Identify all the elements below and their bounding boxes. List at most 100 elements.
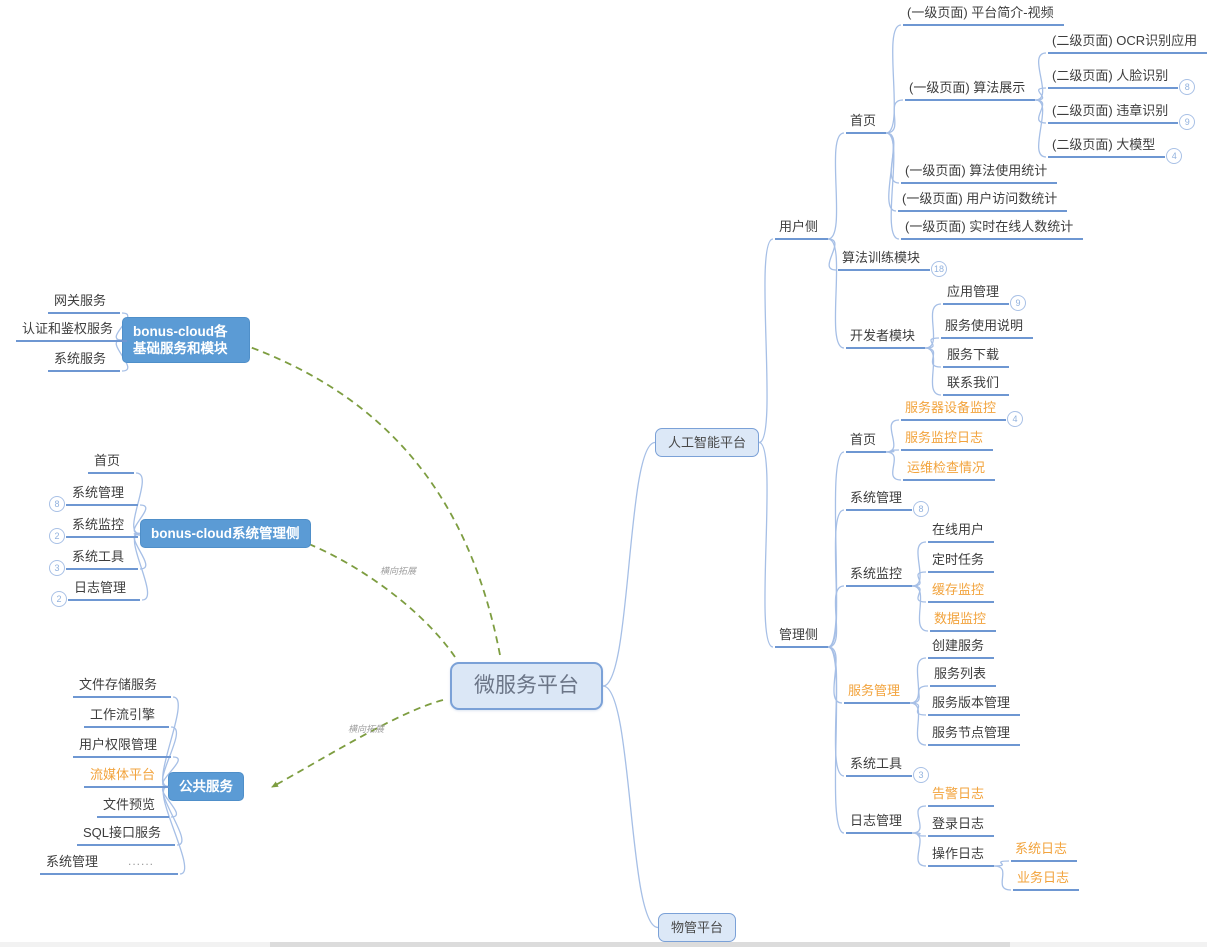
node-op_log[interactable]: 操作日志 xyxy=(928,845,994,867)
branch-curve xyxy=(828,586,844,647)
node-srv_device_mon[interactable]: 服务器设备监控4 xyxy=(901,399,1006,421)
node-sys_log[interactable]: 系统日志 xyxy=(1011,840,1077,862)
node-box3[interactable]: 公共服务 xyxy=(168,772,244,801)
node-label: 服务版本管理 xyxy=(932,695,1010,710)
count-badge[interactable]: 18 xyxy=(931,261,947,277)
node-user_perm[interactable]: 用户权限管理 xyxy=(73,736,171,758)
branch-curve xyxy=(759,443,773,648)
count-badge[interactable]: 2 xyxy=(51,591,67,607)
expansion-arrow-to-base-services xyxy=(236,342,500,655)
node-label: 系统日志 xyxy=(1015,841,1067,856)
count-badge[interactable]: 3 xyxy=(913,767,929,783)
node-svc_version[interactable]: 服务版本管理 xyxy=(928,694,1020,716)
node-ellipsis[interactable]: ...... xyxy=(128,853,154,870)
node-svc_mon_log[interactable]: 服务监控日志 xyxy=(901,429,993,451)
node-alarm_log[interactable]: 告警日志 xyxy=(928,785,994,807)
node-home_l[interactable]: 首页 xyxy=(88,452,134,474)
node-s_violation[interactable]: (二级页面) 违章识别9 xyxy=(1048,102,1178,124)
node-sys_tools_m[interactable]: 系统工具3 xyxy=(846,755,912,777)
node-svc_mgmt[interactable]: 服务管理 xyxy=(844,682,910,704)
node-box2[interactable]: bonus-cloud系统管理侧 xyxy=(140,519,311,548)
node-login_log[interactable]: 登录日志 xyxy=(928,815,994,837)
node-biz_log[interactable]: 业务日志 xyxy=(1013,869,1079,891)
node-label: 系统工具 xyxy=(850,756,902,771)
node-data_mon[interactable]: 数据监控 xyxy=(930,610,996,632)
node-dev_module[interactable]: 开发者模块 xyxy=(846,327,925,349)
node-label: 应用管理 xyxy=(947,284,999,299)
count-badge[interactable]: 2 xyxy=(49,528,65,544)
node-label: 首页 xyxy=(94,453,120,468)
horizontal-scrollbar[interactable] xyxy=(0,942,1207,947)
node-p_algo_show[interactable]: (一级页面) 算法展示 xyxy=(905,79,1035,101)
node-algo_train[interactable]: 算法训练模块18 xyxy=(838,249,930,271)
node-svc_download[interactable]: 服务下载 xyxy=(943,346,1009,368)
node-stream_media[interactable]: 流媒体平台 xyxy=(84,766,169,788)
node-sql_api[interactable]: SQL接口服务 xyxy=(77,824,175,846)
node-p_intro[interactable]: (一级页面) 平台简介-视频 xyxy=(903,4,1064,26)
node-sys_svc[interactable]: 系统服务 xyxy=(48,350,120,372)
node-label: 服务管理 xyxy=(848,683,900,698)
node-ops_check[interactable]: 运维检查情况 xyxy=(903,459,995,481)
node-svc_list[interactable]: 服务列表 xyxy=(930,665,996,687)
branch-curve xyxy=(912,586,926,602)
node-sys_mgmt_l2[interactable]: 系统管理 xyxy=(40,853,178,875)
node-center[interactable]: 微服务平台 xyxy=(450,662,603,710)
node-app_mgmt[interactable]: 应用管理9 xyxy=(943,283,1009,305)
node-label: 用户权限管理 xyxy=(79,737,157,752)
node-box1[interactable]: bonus-cloud各基础服务和模块 xyxy=(122,317,250,363)
node-s_large[interactable]: (二级页面) 大模型4 xyxy=(1048,136,1165,158)
node-contact_us[interactable]: 联系我们 xyxy=(943,374,1009,396)
node-log_mgmt_m[interactable]: 日志管理 xyxy=(846,812,912,834)
node-label: 用户侧 xyxy=(779,219,818,234)
node-wu[interactable]: 物管平台 xyxy=(658,913,736,942)
node-log_mgmt_l[interactable]: 日志管理2 xyxy=(68,579,140,601)
branch-curve xyxy=(912,572,926,586)
branch-curve xyxy=(912,833,926,866)
node-s_face[interactable]: (二级页面) 人脸识别8 xyxy=(1048,67,1178,89)
node-auth_svc[interactable]: 认证和鉴权服务 xyxy=(16,320,127,342)
node-sys_mon_l[interactable]: 系统监控2 xyxy=(66,516,138,538)
node-label: 首页 xyxy=(850,432,876,447)
node-label: 运维检查情况 xyxy=(907,460,985,475)
branch-curve xyxy=(603,686,658,928)
node-s_ocr[interactable]: (二级页面) OCR识别应用18 xyxy=(1048,32,1207,54)
node-gw_svc[interactable]: 网关服务 xyxy=(48,292,120,314)
node-label: 在线用户 xyxy=(932,522,984,537)
node-svc_node[interactable]: 服务节点管理 xyxy=(928,724,1020,746)
count-badge[interactable]: 8 xyxy=(49,496,65,512)
horizontal-scrollbar-thumb[interactable] xyxy=(270,942,1010,947)
node-sys_tools_l[interactable]: 系统工具3 xyxy=(66,548,138,570)
node-label: (一级页面) 用户访问数统计 xyxy=(902,191,1057,206)
node-sys_mgmt_l[interactable]: 系统管理8 xyxy=(66,484,138,506)
node-create_svc[interactable]: 创建服务 xyxy=(928,637,994,659)
node-admin_side[interactable]: 管理侧 xyxy=(775,626,828,648)
node-home_u[interactable]: 首页 xyxy=(846,112,886,134)
node-user_side[interactable]: 用户侧 xyxy=(775,218,828,240)
node-cache_mon[interactable]: 缓存监控 xyxy=(928,581,994,603)
node-workflow[interactable]: 工作流引擎 xyxy=(84,706,169,728)
mindmap-canvas[interactable]: 横向拓展 横向拓展 微服务平台人工智能平台物管平台用户侧管理侧首页(一级页面) … xyxy=(0,0,1207,947)
node-p_online_stat[interactable]: (一级页面) 实时在线人数统计 xyxy=(901,218,1083,240)
node-online_users[interactable]: 在线用户 xyxy=(928,521,994,543)
branch-curve xyxy=(886,133,899,239)
node-file_storage[interactable]: 文件存储服务 xyxy=(73,676,171,698)
count-badge[interactable]: 8 xyxy=(913,501,929,517)
node-label: 登录日志 xyxy=(932,816,984,831)
branch-curve xyxy=(912,806,926,833)
node-sys_mgmt_m[interactable]: 系统管理8 xyxy=(846,489,912,511)
count-badge[interactable]: 3 xyxy=(49,560,65,576)
node-p_algo_stat[interactable]: (一级页面) 算法使用统计 xyxy=(901,162,1057,184)
node-svc_usage[interactable]: 服务使用说明 xyxy=(941,317,1033,339)
node-label: 操作日志 xyxy=(932,846,984,861)
node-label: 日志管理 xyxy=(74,580,126,595)
node-p_visit_stat[interactable]: (一级页面) 用户访问数统计 xyxy=(898,190,1067,212)
branch-curve xyxy=(828,239,836,270)
node-home_m[interactable]: 首页 xyxy=(846,431,886,453)
count-badge[interactable]: 4 xyxy=(1007,411,1023,427)
count-badge[interactable]: 9 xyxy=(1010,295,1026,311)
node-timed_tasks[interactable]: 定时任务 xyxy=(928,551,994,573)
node-file_preview[interactable]: 文件预览 xyxy=(97,796,169,818)
node-ai[interactable]: 人工智能平台 xyxy=(655,428,759,457)
branch-curve xyxy=(603,443,655,687)
node-sys_mon_m[interactable]: 系统监控 xyxy=(846,565,912,587)
